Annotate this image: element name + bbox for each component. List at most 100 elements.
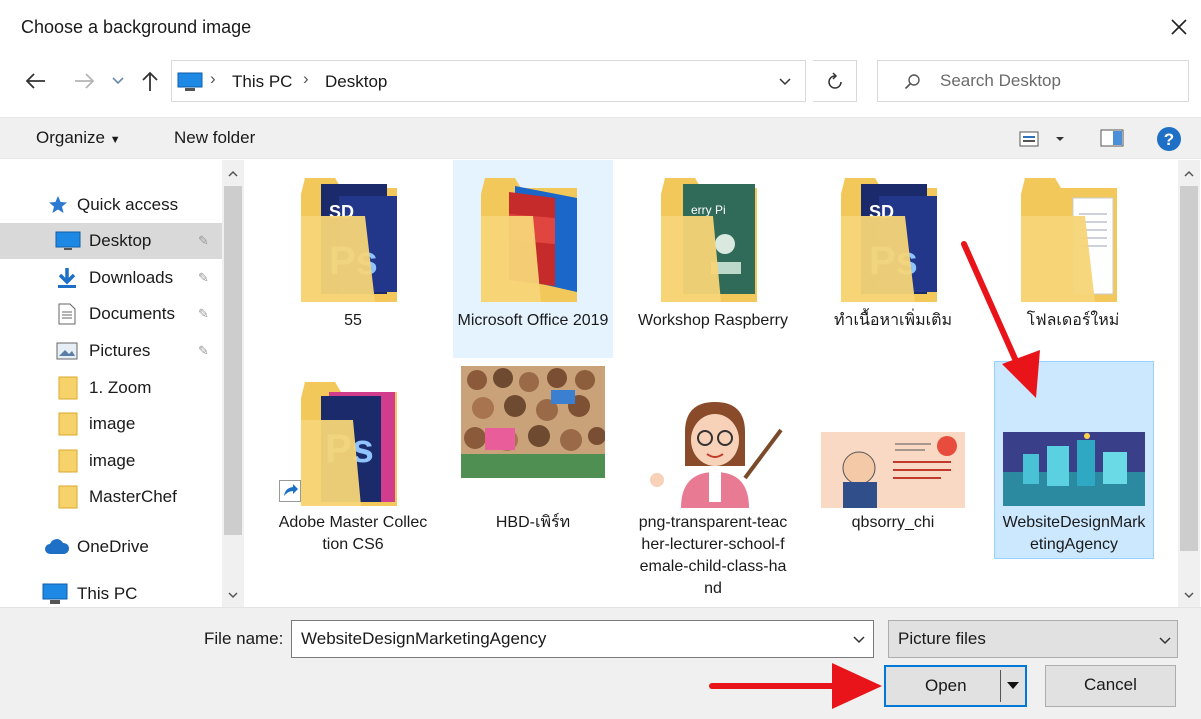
back-button[interactable] <box>20 66 50 96</box>
file-label: ทำเนื้อหาเพิ่มเติม <box>833 312 953 329</box>
breadcrumb-desktop[interactable]: Desktop <box>325 72 387 92</box>
pictures-icon <box>56 342 78 360</box>
pin-icon: ✎ <box>198 270 209 285</box>
pin-icon: ✎ <box>198 306 209 321</box>
image-thumbnail <box>461 366 605 478</box>
file-list-scrollbar-thumb[interactable] <box>1180 186 1198 551</box>
breadcrumb-separator: › <box>303 69 309 88</box>
sidebar-item-label: Quick access <box>77 195 179 214</box>
new-folder-button[interactable]: New folder <box>174 128 255 148</box>
view-options-icon <box>1019 131 1064 147</box>
chevron-down-icon <box>228 592 238 599</box>
refresh-button[interactable] <box>813 60 857 102</box>
file-label: png-transparent-teacher-lecturer-school-… <box>638 514 788 597</box>
chevron-down-icon <box>1159 637 1171 645</box>
search-input[interactable]: Search Desktop <box>940 71 1061 91</box>
folder-icon <box>58 412 78 436</box>
sidebar-item-desktop[interactable]: Desktop ✎ <box>0 223 222 259</box>
sidebar-item-masterchef[interactable]: MasterChef <box>0 479 222 515</box>
pin-icon: ✎ <box>198 233 209 248</box>
close-button[interactable] <box>1162 10 1196 44</box>
navigation-pane: Quick access Desktop ✎ Downloads ✎ Docum… <box>0 160 246 607</box>
filename-label: File name: <box>204 629 284 648</box>
file-label: Microsoft Office 2019 <box>457 312 609 329</box>
sidebar-item-onedrive[interactable]: OneDrive <box>0 529 222 565</box>
folder-raspberry-icon: erry Pi <box>661 178 757 302</box>
annotation-arrow-down <box>961 241 1040 398</box>
sidebar-item-downloads[interactable]: Downloads ✎ <box>0 260 222 296</box>
file-item-hbd[interactable]: HBD-เพิร์ท <box>453 366 613 607</box>
pin-icon: ✎ <box>198 343 209 358</box>
recent-locations-button[interactable] <box>108 70 128 92</box>
file-label: Adobe Master Collection CS6 <box>278 514 428 553</box>
file-label: Workshop Raspberry <box>638 312 788 329</box>
filename-dropdown-button[interactable] <box>848 627 870 651</box>
organize-label: Organize <box>36 128 105 147</box>
file-item-workshop-raspberry[interactable]: erry Pi Workshop Raspberry <box>633 160 793 358</box>
organize-button[interactable]: Organize ▼ <box>36 128 121 148</box>
filename-value[interactable]: WebsiteDesignMarketingAgency <box>301 629 546 649</box>
scroll-down-button[interactable] <box>1182 587 1196 601</box>
breadcrumb-separator: › <box>210 69 216 88</box>
forward-button[interactable] <box>70 66 100 96</box>
file-item-png-transparent-teacher[interactable]: png-transparent-teacher-lecturer-school-… <box>633 370 793 607</box>
document-icon <box>58 303 76 325</box>
sidebar-item-pictures[interactable]: Pictures ✎ <box>0 333 222 369</box>
sidebar-scrollbar-thumb[interactable] <box>224 186 242 535</box>
sidebar-item-image[interactable]: image <box>0 406 222 442</box>
address-bar[interactable]: › This PC › Desktop <box>171 60 806 102</box>
folder-photoshop-icon: Ps <box>301 382 397 506</box>
address-dropdown-button[interactable] <box>772 70 798 94</box>
this-pc-icon <box>177 72 203 91</box>
sidebar-item-label: Documents <box>89 304 175 323</box>
sidebar-item-documents[interactable]: Documents ✎ <box>0 296 222 332</box>
arrow-right-icon <box>75 73 95 89</box>
download-icon <box>57 267 77 289</box>
sidebar-item-label: OneDrive <box>77 537 149 556</box>
open-button[interactable]: Open <box>884 665 1027 707</box>
scroll-up-button[interactable] <box>1182 166 1196 180</box>
file-item-qbsorry-chi[interactable]: qbsorry_chi <box>813 370 973 607</box>
window-title: Choose a background image <box>21 17 252 37</box>
desktop-icon <box>55 231 81 251</box>
file-item-microsoft-office-2019[interactable]: Microsoft Office 2019 <box>453 160 613 358</box>
arrow-left-icon <box>25 73 45 89</box>
open-label: Open <box>925 676 967 695</box>
folder-office-icon <box>481 178 577 302</box>
annotation-arrow-right <box>709 663 882 709</box>
folder-icon <box>58 485 78 509</box>
file-label: HBD-เพิร์ท <box>495 514 571 531</box>
help-button[interactable]: ? <box>1156 126 1182 152</box>
breadcrumb-this-pc[interactable]: This PC <box>232 72 292 92</box>
file-label: 55 <box>344 312 362 329</box>
up-button[interactable] <box>136 66 164 96</box>
sidebar-item-image-2[interactable]: image <box>0 443 222 479</box>
chevron-down-icon <box>779 78 791 86</box>
cancel-label: Cancel <box>1084 675 1137 694</box>
chevron-down-icon <box>853 636 865 644</box>
file-type-select[interactable]: Picture files <box>888 620 1178 658</box>
sidebar-item-quick-access[interactable]: Quick access <box>0 187 222 223</box>
search-icon <box>904 74 920 90</box>
scroll-down-button[interactable] <box>226 587 240 601</box>
file-item-thai-folder-1[interactable]: Ps SD ทำเนื้อหาเพิ่มเติม <box>813 160 973 358</box>
chevron-up-icon <box>228 170 238 177</box>
file-type-value: Picture files <box>898 629 986 648</box>
file-item-55[interactable]: Ps SD 55 <box>273 160 433 358</box>
split-divider <box>1000 670 1001 702</box>
sidebar-item-label: Downloads <box>89 268 174 287</box>
cancel-button[interactable]: Cancel <box>1045 665 1176 707</box>
file-item-adobe-master-collection-cs6[interactable]: Ps Adobe Master Collection CS6 <box>273 370 433 607</box>
sidebar-item-this-pc[interactable]: This PC <box>0 576 222 607</box>
change-view-button[interactable] <box>1018 128 1072 150</box>
scroll-up-button[interactable] <box>226 166 240 180</box>
folder-photoshop-icon: Ps SD <box>301 178 397 302</box>
sidebar-item-zoom[interactable]: 1. Zoom <box>0 370 222 406</box>
cloud-icon <box>44 539 70 555</box>
image-thumbnail <box>821 432 965 508</box>
help-icon: ? <box>1157 127 1181 151</box>
sidebar-item-label: 1. Zoom <box>89 378 152 397</box>
open-options-button[interactable] <box>1002 670 1024 702</box>
preview-pane-button[interactable] <box>1100 128 1124 150</box>
image-thumbnail <box>1003 432 1145 506</box>
